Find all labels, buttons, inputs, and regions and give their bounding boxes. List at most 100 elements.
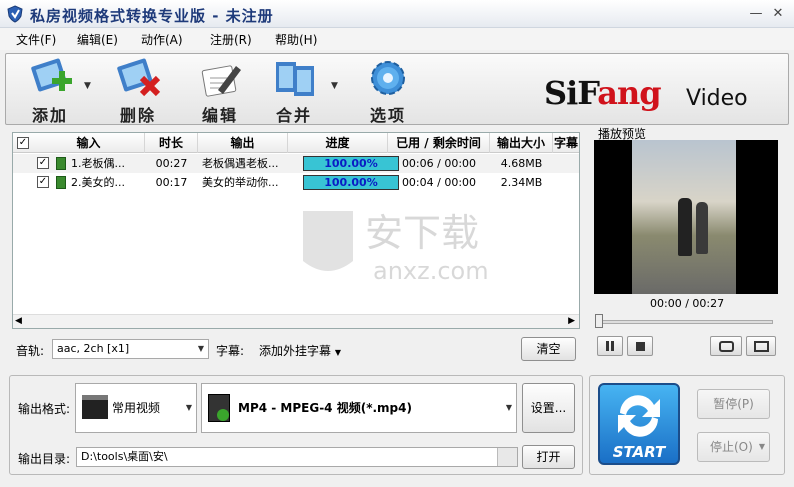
select-all-checkbox[interactable]: ✓ (17, 137, 29, 149)
brand-video-text: Video (686, 86, 748, 111)
add-label: 添加 (32, 106, 69, 125)
header-progress[interactable]: 进度 (288, 133, 388, 153)
edit-button[interactable]: 编辑 (198, 58, 258, 125)
row-checkbox[interactable]: ✓ (37, 176, 49, 188)
brand-text-a: SiF (544, 74, 598, 112)
row-time: 00:04 / 00:00 (401, 176, 477, 189)
subtitle-label: 字幕: (216, 344, 245, 358)
output-dir-input[interactable]: D:\tools\桌面\安\ (76, 447, 518, 467)
audio-track-label: 音轨: (16, 344, 45, 358)
chevron-down-icon: ▼ (197, 344, 204, 353)
open-folder-button[interactable]: 打开 (522, 445, 575, 469)
options-label: 选项 (370, 106, 407, 125)
delete-label: 删除 (120, 106, 157, 125)
camera-icon (719, 341, 734, 352)
row-time: 00:06 / 00:00 (401, 157, 477, 170)
start-button[interactable]: START (598, 383, 680, 465)
add-film-icon (31, 58, 72, 92)
start-label: START (612, 443, 666, 461)
row-input: 2.美女的... (71, 176, 125, 189)
header-duration[interactable]: 时长 (145, 133, 198, 153)
clear-button[interactable]: 清空 (521, 337, 576, 361)
merge-dropdown-icon[interactable]: ▼ (331, 81, 338, 91)
window-title: 私房视频格式转换专业版 - 未注册 (30, 7, 274, 25)
header-time[interactable]: 已用 / 剩余时间 (388, 133, 490, 153)
file-list[interactable]: ✓ 输入 时长 输出 进度 已用 / 剩余时间 输出大小 字幕 ✓ 1.老板偶.… (12, 132, 580, 329)
fullscreen-button[interactable] (746, 336, 776, 356)
header-input[interactable]: 输入 (33, 133, 145, 153)
close-button[interactable]: ✕ (770, 6, 786, 22)
row-size: 2.34MB (500, 176, 543, 189)
subtitle-value: 添加外挂字幕 (259, 344, 332, 358)
preview-player (594, 140, 778, 294)
format-category-value: 常用视频 (112, 401, 161, 415)
edit-label: 编辑 (202, 106, 239, 125)
brand-logo: SiFang (544, 74, 662, 112)
options-button[interactable]: 选项 (366, 58, 426, 125)
row-checkbox[interactable]: ✓ (37, 157, 49, 169)
app-shield-icon (7, 5, 23, 23)
edit-pen-icon (201, 65, 241, 97)
chevron-down-icon: ▼ (758, 442, 765, 451)
row-input: 1.老板偶... (71, 157, 125, 170)
output-format-value: MP4 - MPEG-4 视频(*.mp4) (238, 401, 412, 415)
merge-film-icon (276, 62, 314, 96)
row-output: 老板偶遇老板... (202, 157, 279, 170)
output-dir-label: 输出目录: (18, 452, 71, 466)
merge-label: 合并 (276, 106, 313, 125)
mp4-file-icon (208, 394, 230, 422)
audio-track-select[interactable]: aac, 2ch [x1] ▼ (52, 339, 209, 359)
settings-button[interactable]: 设置... (522, 383, 575, 433)
snapshot-button[interactable] (710, 336, 742, 356)
menu-file[interactable]: 文件(F) (16, 31, 56, 48)
chevron-down-icon: ▼ (334, 348, 341, 357)
menu-bar: 文件(F) 编辑(E) 动作(A) 注册(R) 帮助(H) (0, 28, 794, 50)
list-header: ✓ 输入 时长 输出 进度 已用 / 剩余时间 输出大小 字幕 (13, 133, 579, 153)
menu-register[interactable]: 注册(R) (210, 31, 252, 48)
toolbar: 添加 ▼ 删除 编辑 合并 ▼ 选项 SiFang Video (5, 53, 789, 125)
play-pause-button[interactable] (597, 336, 623, 356)
scroll-left-icon[interactable]: ◀ (15, 316, 22, 326)
scroll-right-icon[interactable]: ▶ (568, 316, 575, 326)
merge-button[interactable]: 合并 (272, 58, 332, 125)
delete-film-icon (117, 58, 161, 97)
row-output: 美女的举动你... (202, 176, 279, 189)
output-dir-value: D:\tools\桌面\安\ (81, 450, 168, 463)
menu-action[interactable]: 动作(A) (141, 31, 183, 48)
header-output[interactable]: 输出 (198, 133, 288, 153)
gear-icon (371, 61, 405, 95)
chevron-down-icon: ▼ (185, 403, 192, 412)
watermark-cn: 安下载 (365, 211, 479, 255)
title-bar: 私房视频格式转换专业版 - 未注册 — ✕ (0, 0, 794, 28)
stop-button[interactable]: 停止(O) ▼ (697, 432, 770, 462)
watermark-logo: 安下载 anxz.com (303, 211, 489, 285)
seek-slider[interactable] (597, 320, 773, 324)
stop-preview-button[interactable] (627, 336, 653, 356)
fullscreen-icon (754, 341, 769, 352)
format-category-select[interactable]: 常用视频 ▼ (75, 383, 197, 433)
row-progress-bar: 100.00% (303, 156, 399, 171)
delete-button[interactable]: 删除 (116, 58, 176, 125)
output-format-label: 输出格式: (18, 402, 71, 416)
pause-button[interactable]: 暂停(P) (697, 389, 770, 419)
minimize-button[interactable]: — (748, 6, 764, 22)
chevron-down-icon: ▼ (505, 403, 512, 412)
browse-dropdown[interactable] (497, 448, 517, 466)
seek-slider-thumb[interactable] (595, 314, 603, 328)
table-row[interactable]: ✓ 1.老板偶... 00:27 老板偶遇老板... 100.00% 00:06… (13, 154, 579, 173)
subtitle-select[interactable]: 添加外挂字幕 ▼ (259, 342, 341, 359)
horizontal-scrollbar[interactable]: ◀ ▶ (13, 314, 579, 328)
output-format-select[interactable]: MP4 - MPEG-4 视频(*.mp4) ▼ (201, 383, 517, 433)
menu-help[interactable]: 帮助(H) (275, 31, 317, 48)
row-size: 4.68MB (500, 157, 543, 170)
audio-track-value: aac, 2ch [x1] (57, 342, 130, 355)
pause-icon (606, 341, 609, 351)
table-row[interactable]: ✓ 2.美女的... 00:17 美女的举动你... 100.00% 00:04… (13, 173, 579, 192)
header-size[interactable]: 输出大小 (490, 133, 553, 153)
row-duration: 00:27 (155, 157, 188, 170)
header-subtitle[interactable]: 字幕 (553, 133, 579, 153)
film-icon (56, 157, 66, 170)
menu-edit[interactable]: 编辑(E) (77, 31, 118, 48)
add-dropdown-icon[interactable]: ▼ (84, 81, 91, 91)
row-duration: 00:17 (155, 176, 188, 189)
